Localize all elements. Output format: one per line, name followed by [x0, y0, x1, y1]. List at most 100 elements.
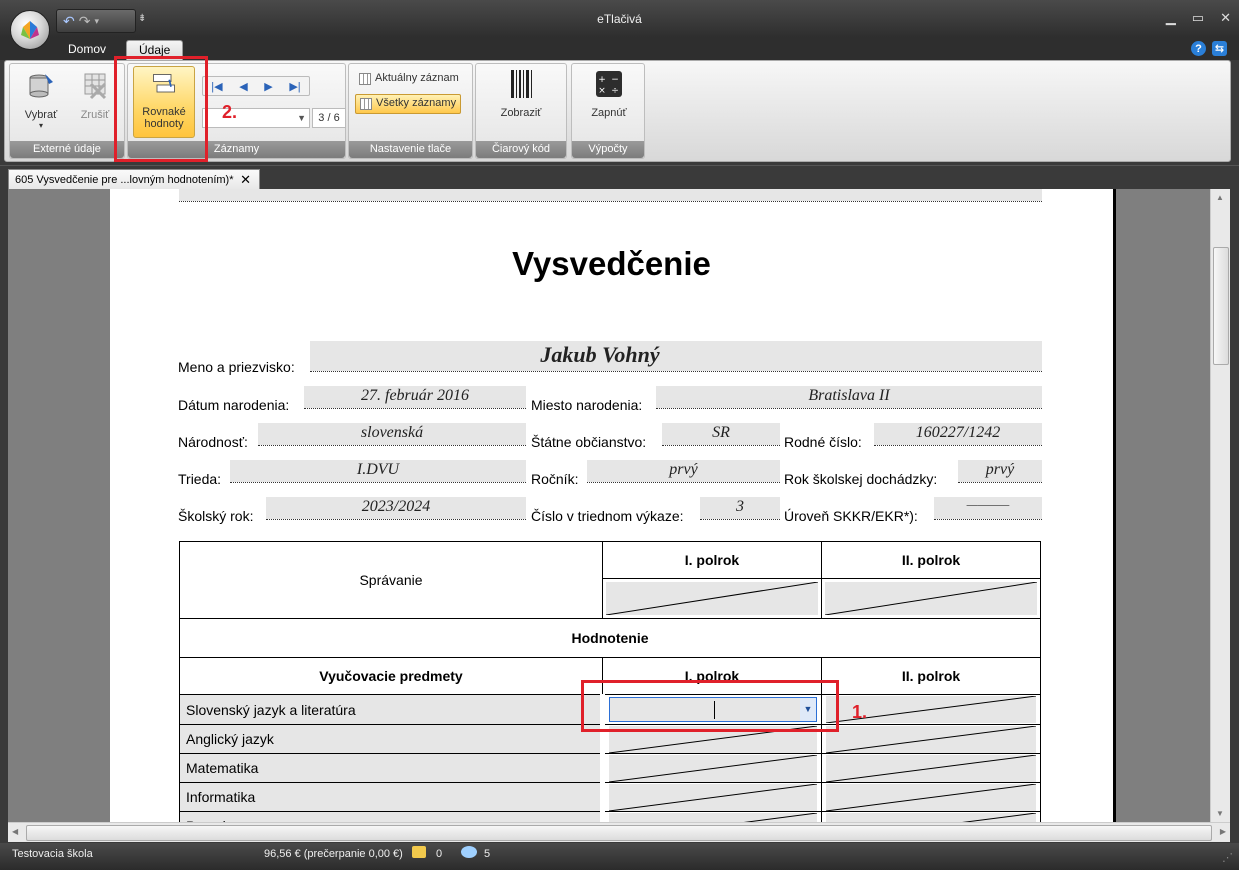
zrusit-button[interactable]: Zrušiť — [70, 70, 120, 121]
page-title: Vysvedčenie — [512, 245, 711, 282]
narodnost-underline — [258, 445, 526, 446]
help-area: ? ⇆ — [1191, 41, 1227, 56]
annotation-box-1 — [581, 680, 839, 732]
subject-row-label: Anglický jazyk — [179, 724, 605, 754]
vsetky-label: Všetky záznamy — [376, 97, 457, 109]
svg-text:−: − — [611, 75, 619, 85]
chat-icon[interactable] — [461, 846, 477, 858]
table-cancel-icon — [84, 73, 107, 100]
vertical-scroll-thumb[interactable] — [1213, 247, 1229, 365]
annotation-box-2 — [114, 56, 208, 162]
subject-row-label: Matematika — [179, 753, 605, 783]
horizontal-scroll-thumb[interactable] — [26, 825, 1212, 841]
horizontal-scrollbar[interactable]: ◀ ▶ — [8, 822, 1230, 842]
first-record-icon[interactable]: |◀ — [211, 80, 222, 93]
spravanie-polrok1-cell[interactable] — [602, 578, 822, 619]
svg-text:+: + — [598, 75, 606, 85]
grade-cell-polrok1[interactable] — [602, 753, 822, 783]
vertical-scrollbar[interactable]: ▲ ▼ — [1210, 189, 1230, 822]
message-count: 5 — [484, 848, 491, 860]
meno-label: Meno a priezvisko: — [178, 359, 295, 375]
resize-grip-icon[interactable]: ⋰ — [1222, 851, 1233, 864]
record-select[interactable]: ▼ — [202, 108, 310, 128]
record-navigation: |◀ ◀ ▶ ▶| — [202, 76, 310, 96]
minimize-icon[interactable]: ▁ — [1166, 10, 1176, 26]
document-tabs: 605 Vysvedčenie pre ...lovným hodnotením… — [0, 165, 1239, 191]
maximize-icon[interactable]: ▭ — [1192, 10, 1204, 26]
teamviewer-icon[interactable]: ⇆ — [1212, 41, 1227, 56]
app-menu-button[interactable] — [10, 10, 50, 50]
chevron-down-icon: ▼ — [297, 113, 306, 123]
prev-record-icon[interactable]: ◀ — [239, 80, 247, 93]
grade-cell-polrok2[interactable] — [821, 782, 1041, 812]
cislo-label: Číslo v triednom výkaze: — [531, 508, 684, 524]
scroll-down-icon[interactable]: ▼ — [1216, 809, 1224, 818]
aktualny-zaznam-toggle[interactable]: Aktuálny záznam — [355, 70, 463, 90]
scroll-left-icon[interactable]: ◀ — [12, 827, 18, 836]
group-label-tlac: Nastavenie tlače — [349, 141, 472, 158]
zrusit-label: Zrušiť — [80, 109, 110, 121]
close-tab-icon[interactable]: ✕ — [240, 170, 251, 190]
database-select-icon — [29, 74, 53, 98]
close-icon[interactable]: ✕ — [1220, 10, 1231, 26]
spravanie-label: Správanie — [179, 541, 603, 619]
subject-row-label: Prvouka — [179, 811, 605, 822]
annotation-label-1: 1. — [852, 702, 868, 722]
grade-cell-polrok2[interactable] — [821, 811, 1041, 822]
meno-underline — [310, 371, 1042, 372]
hodnotenie-header: Hodnotenie — [179, 618, 1041, 658]
group-ciarovy-kod: Zobraziť Čiarový kód — [475, 63, 567, 159]
next-record-icon[interactable]: ▶ — [264, 80, 272, 93]
skolsky-rok-value: 2023/2024 — [361, 498, 431, 515]
help-icon[interactable]: ? — [1191, 41, 1206, 56]
group-externe-udaje: Vybrať ▾ Zrušiť Externé údaje — [9, 63, 125, 159]
skolsky-rok-label: Školský rok: — [178, 508, 254, 524]
trieda-underline — [230, 482, 526, 483]
scroll-up-icon[interactable]: ▲ — [1216, 193, 1224, 202]
miesto-underline — [656, 408, 1042, 409]
polrok1-header: I. polrok — [602, 541, 822, 579]
document-tab-label: 605 Vysvedčenie pre ...lovným hodnotením… — [15, 174, 234, 186]
rodne-underline — [874, 445, 1042, 446]
vsetky-zaznamy-toggle[interactable]: Všetky záznamy — [355, 94, 462, 114]
skkr-label: Úroveň SKKR/EKR*): — [784, 508, 918, 524]
miesto-label: Miesto narodenia: — [531, 397, 643, 413]
scroll-right-icon[interactable]: ▶ — [1220, 827, 1226, 836]
status-bar: Testovacia škola 96,56 € (prečerpanie 0,… — [0, 843, 1239, 870]
spravanie-polrok2-cell[interactable] — [821, 578, 1041, 619]
group-nastavenie-tlace: Aktuálny záznam Všetky záznamy Nastaveni… — [348, 63, 473, 159]
annotation-label-2: 2. — [222, 102, 238, 122]
rocnik-value: prvý — [669, 461, 698, 478]
narodnost-value: slovenská — [360, 424, 424, 441]
vybrat-button[interactable]: Vybrať ▾ — [16, 70, 66, 130]
aktualny-label: Aktuálny záznam — [375, 72, 459, 84]
narodnost-label: Národnosť: — [178, 434, 248, 450]
credit-status: 96,56 € (prečerpanie 0,00 €) — [264, 848, 403, 860]
tab-domov[interactable]: Domov — [56, 40, 118, 60]
grade-cell-polrok2[interactable] — [821, 753, 1041, 783]
rocnik-label: Ročník: — [531, 471, 579, 487]
rodne-label: Rodné číslo: — [784, 434, 862, 450]
zobrazit-button[interactable]: Zobraziť — [486, 68, 556, 119]
predmety-header: Vyučovacie predmety — [179, 657, 603, 695]
mail-icon[interactable] — [412, 846, 426, 858]
document-tab[interactable]: 605 Vysvedčenie pre ...lovným hodnotením… — [8, 169, 260, 191]
meno-value: Jakub Vohný — [540, 342, 660, 367]
group-label-kod: Čiarový kód — [476, 141, 566, 158]
barcode-icon — [511, 70, 532, 98]
polrok2-header-2: II. polrok — [821, 657, 1041, 695]
mail-count: 0 — [436, 848, 443, 860]
last-record-icon[interactable]: ▶| — [289, 80, 300, 93]
grade-cell-polrok1[interactable] — [602, 782, 822, 812]
zapnut-button[interactable]: + − × ÷ Zapnúť — [578, 68, 640, 119]
grade-cell-polrok2[interactable] — [821, 724, 1041, 754]
zapnut-label: Zapnúť — [591, 107, 627, 119]
obcianstvo-value: SR — [712, 424, 730, 441]
rok-dochadzky-value: prvý — [985, 461, 1015, 478]
obcianstvo-label: Štátne občianstvo: — [531, 434, 647, 450]
grade-cell-polrok1[interactable] — [602, 811, 822, 822]
window-title: eTlačivá — [597, 12, 642, 26]
zobrazit-label: Zobraziť — [500, 107, 542, 119]
record-counter: 3 / 6 — [312, 108, 346, 128]
datum-value: 27. február 2016 — [361, 387, 469, 404]
